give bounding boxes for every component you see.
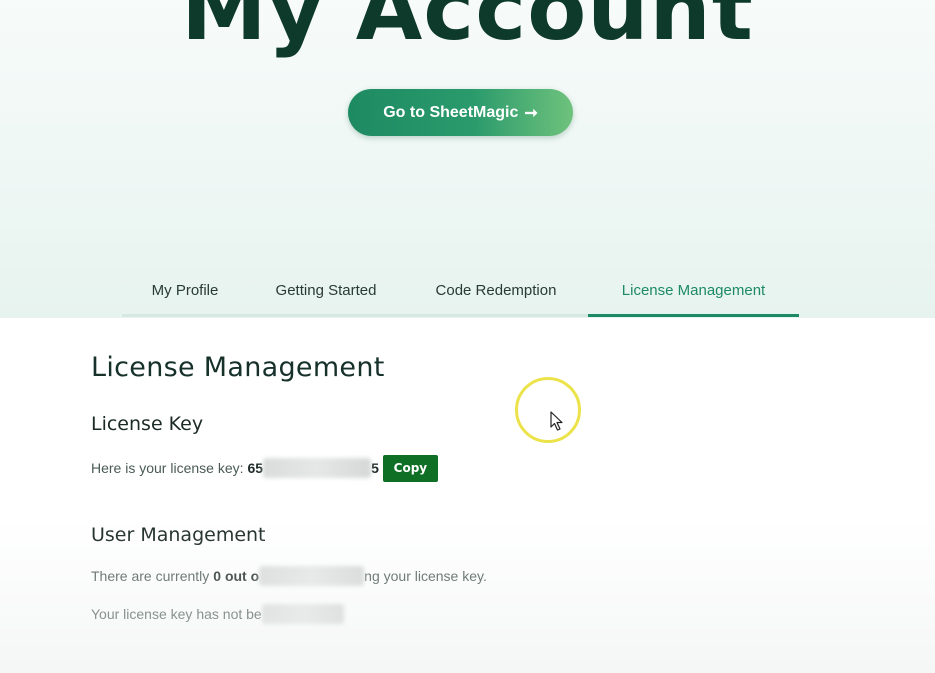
- hero-section: My Account Go to SheetMagic ➞ My Profile…: [0, 0, 935, 318]
- license-key-value-end: 5: [371, 460, 379, 476]
- license-status-text: Your license key has not be: [91, 606, 262, 622]
- license-status-line: Your license key has not be: [91, 604, 344, 624]
- tab-code-redemption[interactable]: Code Redemption: [404, 266, 588, 314]
- user-count-redacted: [259, 566, 365, 586]
- tab-getting-started[interactable]: Getting Started: [248, 266, 404, 314]
- user-count-suffix: ng your license key.: [364, 568, 487, 584]
- user-count-line: There are currently 0 out o ng your lice…: [91, 566, 487, 586]
- cta-label: Go to SheetMagic: [383, 103, 519, 121]
- user-management-heading: User Management: [91, 524, 266, 546]
- user-count-value: 0 out o: [213, 568, 260, 584]
- license-key-value-start: 65: [247, 460, 264, 476]
- arrow-right-icon: ➞: [524, 104, 538, 122]
- account-tabs: My Profile Getting Started Code Redempti…: [122, 266, 799, 317]
- go-to-sheetmagic-button[interactable]: Go to SheetMagic ➞: [348, 89, 573, 136]
- copy-button[interactable]: Copy: [382, 454, 438, 482]
- license-key-label: Here is your license key:: [91, 460, 244, 476]
- section-title: License Management: [91, 352, 385, 383]
- license-key-heading: License Key: [91, 413, 204, 435]
- cursor-highlight: [515, 377, 581, 443]
- user-count-prefix: There are currently: [91, 568, 210, 584]
- tab-license-management[interactable]: License Management: [588, 266, 799, 317]
- license-key-redacted: [263, 458, 372, 478]
- tab-my-profile[interactable]: My Profile: [122, 266, 248, 314]
- license-key-row: Here is your license key: 65 5 Copy: [91, 454, 438, 482]
- page-title: My Account: [181, 0, 754, 60]
- mouse-pointer-icon: [550, 411, 563, 431]
- license-status-redacted: [261, 604, 344, 624]
